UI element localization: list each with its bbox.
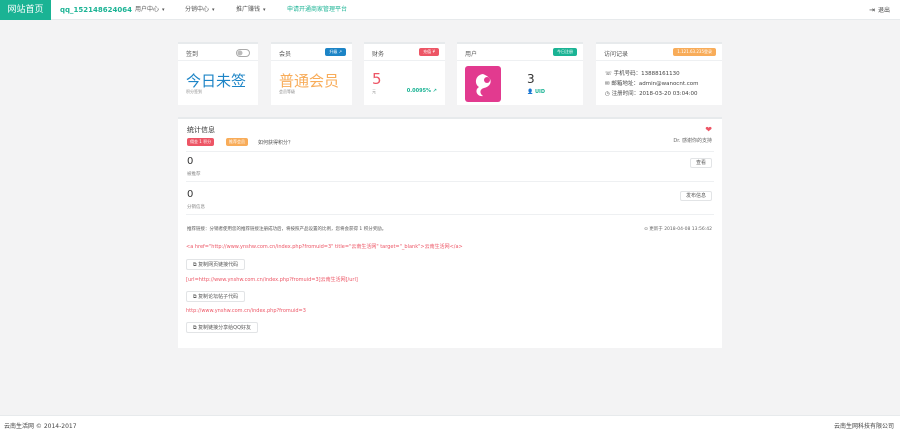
divider (457, 60, 583, 61)
chevron-down-icon: ▾ (212, 7, 215, 13)
divider (186, 151, 714, 152)
update-time: ⊙ 更新于 2018-04-08 13:56:42 (644, 227, 712, 232)
chevron-down-icon: ▾ (263, 7, 266, 13)
email-text: 邮箱地址：admin@wanocnt.com (611, 81, 699, 87)
nav-apply-merchant[interactable]: 申请开通商家管理平台 (287, 0, 347, 20)
uid-label: 👤 UID (527, 89, 546, 95)
company-name: 云南生网科技有限公司 (833, 423, 894, 430)
member-card: 会员 升级 ↗ 普通会员 会员等级 (271, 42, 352, 105)
statistics-panel: 统计信息 ❤ Dr. 感谢你的支持 佣金 1 积分 推荐会员 如何获得积分？ 0… (178, 117, 722, 348)
copy-qq-button[interactable]: ⧉ 复制链接分享给QQ好友 (186, 322, 259, 333)
login-ip-badge: 1.121.63.235登录 (673, 48, 716, 56)
nav-user-center[interactable]: 用户中心 ▾ (135, 0, 165, 20)
home-link[interactable]: 网站首页 (0, 0, 51, 20)
users-card: 用户 今日注册 3 👤 UID (457, 42, 583, 105)
referral-count: 0 (187, 156, 194, 167)
card-title: 用户 (465, 51, 478, 58)
copy-ubb-button[interactable]: ⧉ 复制论坛帖子代码 (186, 291, 246, 302)
upgrade-badge[interactable]: 升级 ↗ (325, 48, 346, 56)
sign-out-icon: ⇥ (869, 6, 875, 14)
register-time-text: 注册时间：2018-03-20 03:04:00 (611, 91, 698, 97)
member-sub: 会员等级 (279, 89, 295, 94)
heart-icon[interactable]: ❤ (705, 125, 712, 134)
logout-label: 退出 (877, 7, 890, 14)
copy-html-button[interactable]: ⧉ 复制网页链接代码 (186, 259, 246, 270)
footer: 云南生活网 © 2014-2017 云南生网科技有限公司 (0, 415, 900, 431)
card-title: 会员 (279, 51, 292, 58)
recommend-tag: 推荐会员 (226, 138, 248, 146)
card-title: 签到 (186, 51, 199, 58)
logout-button[interactable]: ⇥ 退出 (869, 0, 890, 21)
top-navbar: 网站首页 qq_152148624064 用户中心 ▾ 分销中心 ▾ 推广赚钱 ▾ 申… (0, 0, 900, 20)
ubb-link-code[interactable]: [url=http://www.ynshw.com.cn/index.php?f… (186, 276, 358, 283)
divider (178, 60, 258, 61)
nav-distribution-center[interactable]: 分销中心 ▾ (185, 0, 215, 20)
checkin-sub: 积分签到 (186, 89, 202, 94)
copy-ubb-label: 复制论坛帖子代码 (198, 294, 239, 300)
username[interactable]: qq_152148624064 (60, 0, 132, 20)
divider (186, 214, 714, 215)
time-row: ◷ 注册时间：2018-03-20 03:04:00 (605, 89, 697, 97)
publish-button[interactable]: 发布信息 (679, 191, 712, 201)
help-link[interactable]: 如何获得积分？ (258, 139, 293, 146)
plain-link-code[interactable]: http://www.ynshw.com.cn/index.php?fromui… (186, 308, 306, 314)
user-count: 3 (527, 72, 535, 86)
checkin-card: 签到 今日未签 积分签到 (178, 42, 258, 105)
uid-text: UID (534, 89, 546, 95)
balance-unit: 元 (372, 89, 376, 94)
divider (271, 60, 352, 61)
nav-distribution-label: 分销中心 (185, 6, 210, 13)
growth-rate: 0.0095% ↗ (406, 88, 437, 94)
toggle-icon[interactable] (236, 49, 250, 57)
phone-text: 手机号码：13888161130 (613, 71, 680, 77)
checkin-status[interactable]: 今日未签 (186, 70, 246, 91)
finance-card: 财务 充值 ¥ 5 元 0.0095% ↗ (364, 42, 445, 105)
card-title: 财务 (372, 51, 385, 58)
phone-icon: ☏ (605, 71, 614, 77)
card-title: 访问记录 (604, 51, 629, 58)
recharge-badge[interactable]: 充值 ¥ (419, 48, 439, 56)
referral-label: 被推荐 (187, 172, 201, 177)
phone-row: ☏ 手机号码：13888161130 (605, 69, 680, 77)
divider (364, 60, 445, 61)
nav-promote[interactable]: 推广赚钱 ▾ (236, 0, 266, 20)
copy-qq-label: 复制链接分享给QQ好友 (198, 325, 252, 331)
panel-title: 统计信息 (187, 126, 215, 134)
member-level: 普通会员 (279, 72, 340, 90)
pink-avatar-logo (465, 66, 501, 102)
copyright: 云南生活网 © 2014-2017 (4, 423, 77, 430)
today-register-badge: 今日注册 (553, 48, 577, 56)
copy-html-label: 复制网页链接代码 (198, 262, 239, 268)
thanks-text: Dr. 感谢你的支持 (673, 138, 712, 144)
referral-notice: 推荐链接：分销者使用您的推荐链接注册成功后，将按照产品设置的比例，您将会获得 1… (187, 227, 387, 232)
chevron-down-icon: ▾ (162, 7, 165, 13)
email-row: ✉ 邮箱地址：admin@wanocnt.com (605, 79, 698, 87)
nav-user-center-label: 用户中心 (135, 6, 160, 13)
distribution-count: 0 (187, 189, 194, 200)
balance-value: 5 (372, 70, 382, 88)
divider (596, 60, 722, 61)
nav-promote-label: 推广赚钱 (236, 6, 261, 13)
divider (186, 181, 714, 182)
distribution-label: 分销信息 (187, 205, 205, 210)
html-link-code[interactable]: <a href="http://www.ynshw.com.cn/index.p… (186, 243, 463, 250)
access-record-card: 访问记录 1.121.63.235登录 ☏ 手机号码：13888161130 ✉… (596, 42, 722, 105)
view-button[interactable]: 查看 (689, 158, 712, 168)
points-tag: 佣金 1 积分 (187, 138, 215, 146)
